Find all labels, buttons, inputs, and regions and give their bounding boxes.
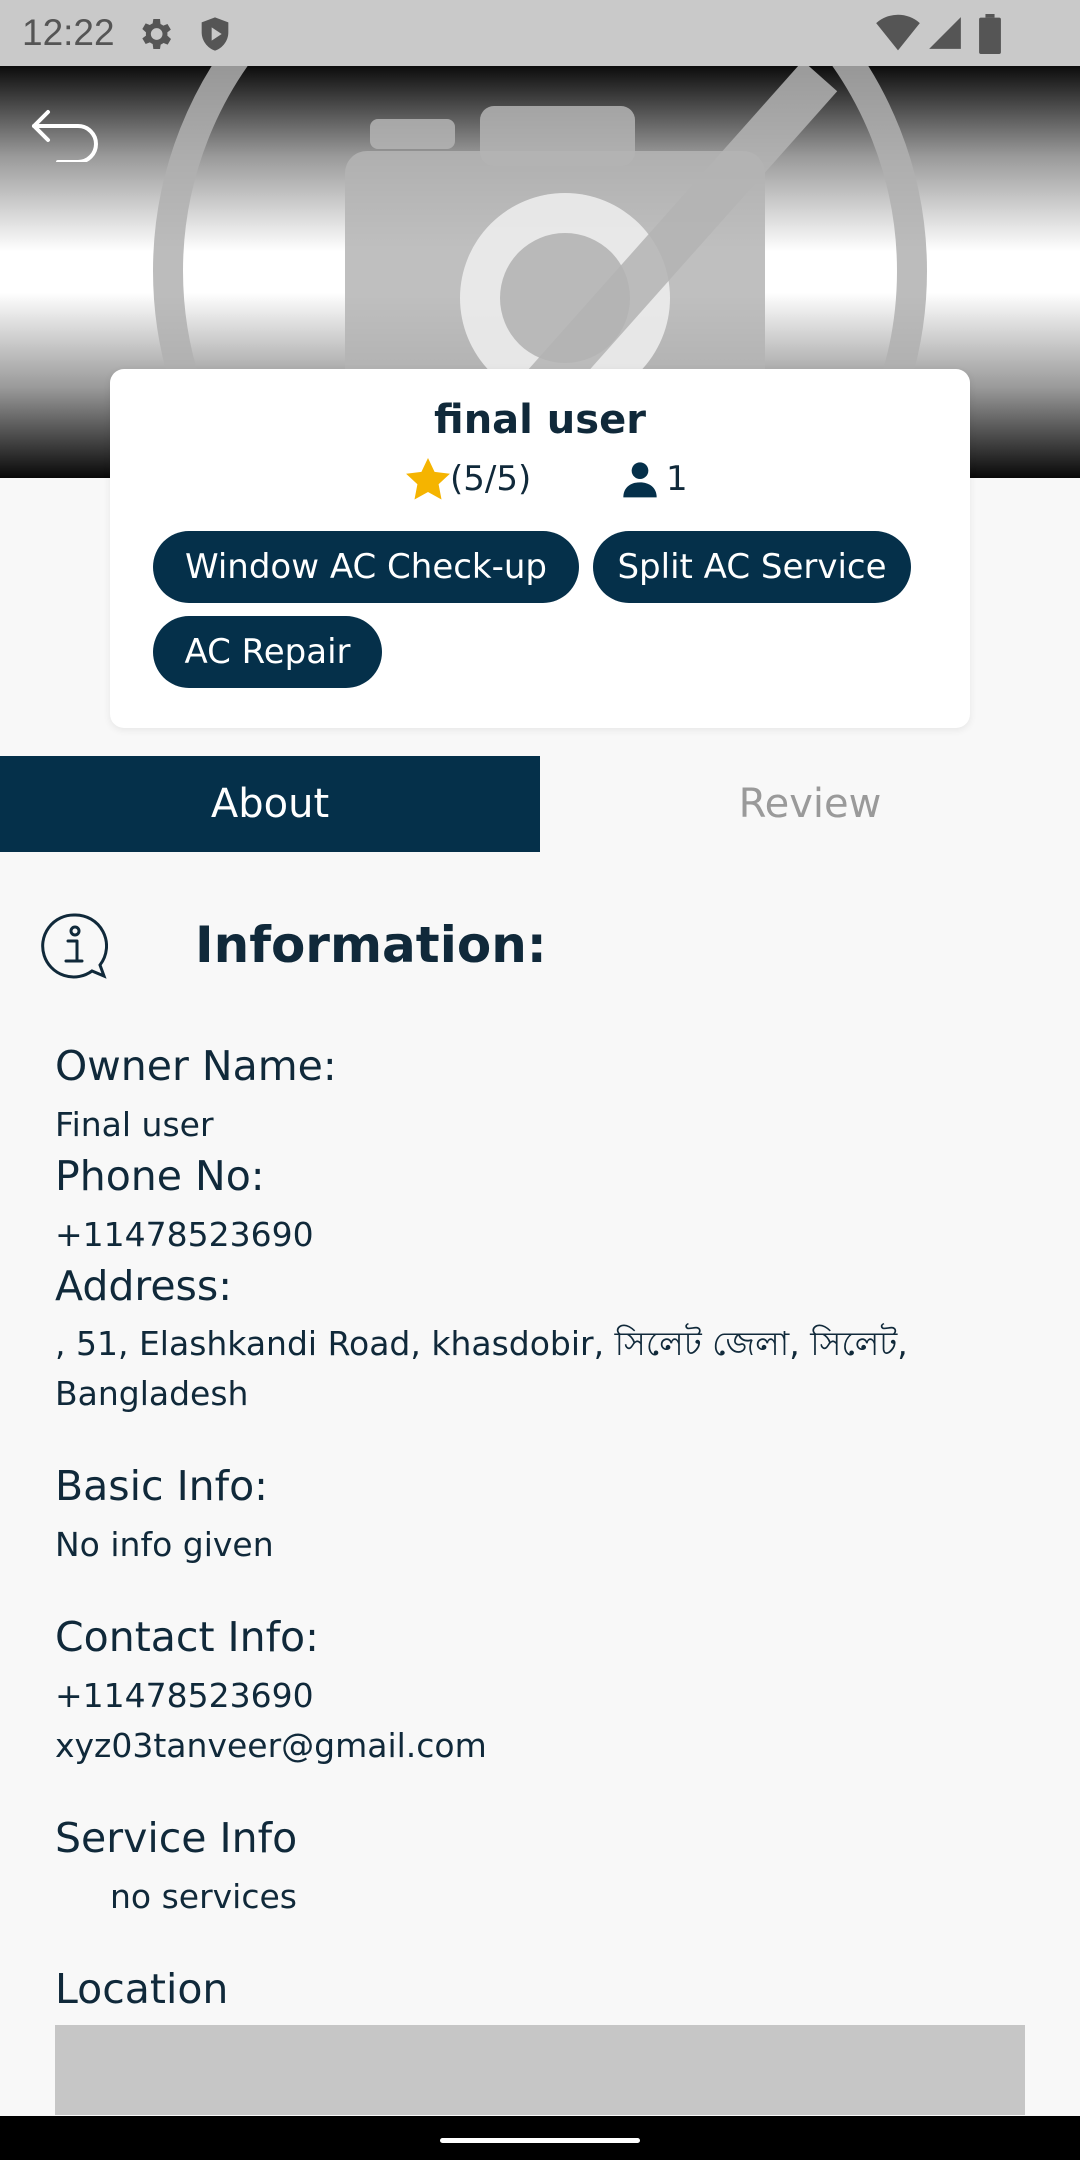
basic-info-value: No info given bbox=[55, 1525, 274, 1564]
contact-info-label: Contact Info: bbox=[55, 1613, 319, 1661]
information-title: Information: bbox=[195, 916, 547, 974]
info-icon bbox=[41, 913, 108, 979]
location-label: Location bbox=[55, 1965, 229, 2013]
settings-icon bbox=[142, 19, 171, 49]
provider-name: final user bbox=[434, 397, 646, 443]
battery-icon bbox=[979, 14, 1001, 54]
service-chip-split-ac[interactable]: Split AC Service bbox=[593, 531, 911, 603]
address-line-2: Bangladesh bbox=[55, 1374, 249, 1413]
rating-value: (5/5) bbox=[450, 459, 532, 499]
owner-name-label: Owner Name: bbox=[55, 1042, 337, 1090]
rating: (5/5) bbox=[406, 457, 531, 501]
service-info-value: no services bbox=[110, 1877, 297, 1916]
service-info-label: Service Info bbox=[55, 1814, 298, 1862]
phone-value: +11478523690 bbox=[55, 1215, 314, 1254]
contact-phone: +11478523690 bbox=[55, 1676, 314, 1715]
location-map[interactable] bbox=[55, 2025, 1025, 2115]
person-icon bbox=[623, 462, 657, 498]
star-icon bbox=[406, 458, 450, 500]
customer-count: 1 bbox=[620, 457, 688, 501]
status-bar: 12:22 bbox=[0, 0, 1080, 66]
basic-info-label: Basic Info: bbox=[55, 1462, 268, 1510]
address-label: Address: bbox=[55, 1262, 233, 1310]
navigation-bar bbox=[0, 2116, 1080, 2160]
service-chip-window-ac[interactable]: Window AC Check-up bbox=[153, 531, 579, 603]
shield-icon bbox=[201, 17, 229, 51]
tab-about[interactable]: About bbox=[0, 756, 540, 852]
phone-label: Phone No: bbox=[55, 1152, 265, 1200]
address-line-1: , 51, Elashkandi Road, khasdobir, সিলেট … bbox=[55, 1324, 908, 1363]
service-chip-ac-repair[interactable]: AC Repair bbox=[153, 616, 382, 688]
customer-count-value: 1 bbox=[666, 459, 688, 499]
profile-card: final user (5/5) 1 Window AC Check-up Sp… bbox=[110, 369, 970, 728]
status-time: 12:22 bbox=[22, 12, 115, 53]
home-gesture-handle[interactable] bbox=[440, 2138, 640, 2143]
wifi-icon bbox=[876, 14, 920, 51]
signal-icon bbox=[929, 17, 961, 49]
tab-review[interactable]: Review bbox=[540, 756, 1080, 852]
contact-email: xyz03tanveer@gmail.com bbox=[55, 1726, 487, 1765]
back-arrow-icon[interactable] bbox=[28, 102, 104, 162]
owner-name-value: Final user bbox=[55, 1105, 214, 1144]
